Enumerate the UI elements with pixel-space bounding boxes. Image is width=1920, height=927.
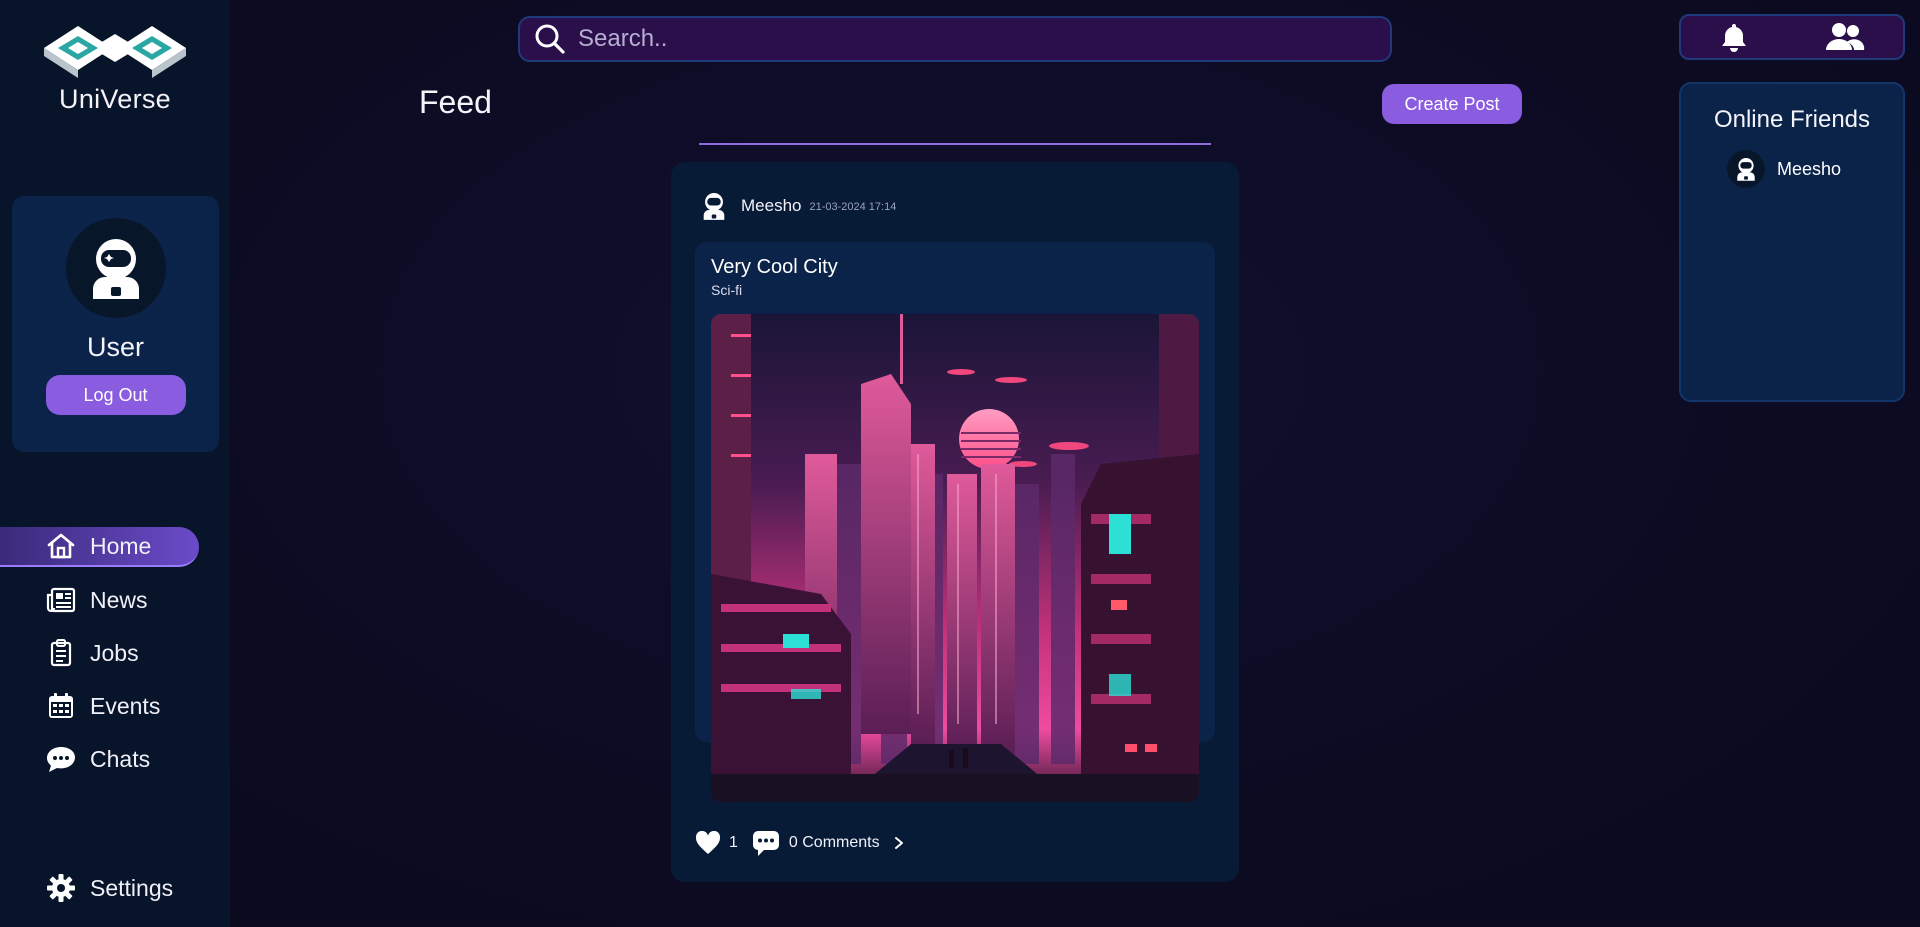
infinity-logo-icon [44, 26, 186, 78]
post-title: Very Cool City [711, 256, 838, 278]
friends-panel-title: Online Friends [1713, 106, 1871, 133]
profile-name: User [86, 332, 144, 362]
chevron-right-icon[interactable] [892, 836, 906, 850]
chat-bubble-icon [46, 744, 76, 774]
sidebar-item-label: Jobs [90, 639, 139, 666]
like-count: 1 [729, 834, 738, 851]
sidebar-item-events[interactable]: Events [0, 686, 230, 726]
gear-icon [46, 873, 76, 903]
friend-name: Meesho [1777, 158, 1842, 179]
feed-divider [699, 143, 1211, 145]
astronaut-icon [92, 239, 139, 299]
sidebar-item-jobs[interactable]: Jobs [0, 633, 230, 673]
astronaut-icon [1737, 158, 1755, 181]
online-friends-panel: Online Friends Meesho [1679, 82, 1905, 402]
post-category: Sci-fi [711, 282, 743, 298]
friends-icon[interactable] [1825, 22, 1865, 52]
newspaper-icon [46, 585, 76, 615]
bell-icon[interactable] [1719, 21, 1749, 53]
search-bar [518, 16, 1392, 62]
sidebar-item-label: Home [90, 532, 152, 559]
comment-icon[interactable] [752, 830, 780, 856]
sidebar-item-label: News [90, 586, 148, 613]
profile-card: User Log Out [12, 196, 219, 452]
avatar[interactable] [65, 218, 166, 318]
post-header: Meesho 21-03-2024 17:14 [701, 192, 896, 220]
sidebar: UniVerse User Log Out Home News Jobs Eve… [0, 0, 230, 927]
post-timestamp: 21-03-2024 17:14 [809, 201, 897, 213]
page-title: Feed [419, 84, 492, 120]
city-illustration [711, 314, 1199, 802]
calendar-icon [46, 691, 76, 721]
sidebar-item-news[interactable]: News [0, 580, 230, 620]
friend-item[interactable]: Meesho [1727, 150, 1903, 188]
logout-button[interactable]: Log Out [45, 375, 186, 415]
sidebar-item-label: Settings [90, 874, 174, 901]
top-actions [1679, 14, 1905, 60]
sidebar-footer: Settings [0, 868, 230, 921]
astronaut-icon[interactable] [701, 192, 727, 220]
app-logo[interactable]: UniVerse [0, 18, 230, 115]
comments-link[interactable]: 0 Comments [789, 834, 880, 852]
search-input[interactable] [578, 25, 1338, 53]
post-content: Very Cool City Sci-fi [695, 242, 1215, 802]
home-icon [46, 531, 76, 561]
post-author[interactable]: Meesho [741, 196, 801, 216]
create-post-button[interactable]: Create Post [1382, 84, 1522, 124]
sidebar-item-label: Events [90, 692, 161, 719]
sidebar-item-home[interactable]: Home [0, 527, 199, 567]
app-name: UniVerse [59, 84, 171, 114]
post-image[interactable] [711, 314, 1199, 802]
clipboard-icon [46, 638, 76, 668]
search-icon[interactable] [534, 23, 566, 55]
sidebar-item-label: Chats [90, 745, 151, 772]
post-actions: 1 0 Comments [695, 830, 906, 856]
sidebar-nav: Home News Jobs Events Chats [0, 527, 230, 792]
post-card: Meesho 21-03-2024 17:14 Very Cool City S… [671, 162, 1239, 882]
sidebar-item-settings[interactable]: Settings [0, 868, 230, 908]
sidebar-item-chats[interactable]: Chats [0, 739, 230, 779]
heart-icon[interactable] [695, 831, 721, 855]
avatar [1727, 150, 1765, 188]
